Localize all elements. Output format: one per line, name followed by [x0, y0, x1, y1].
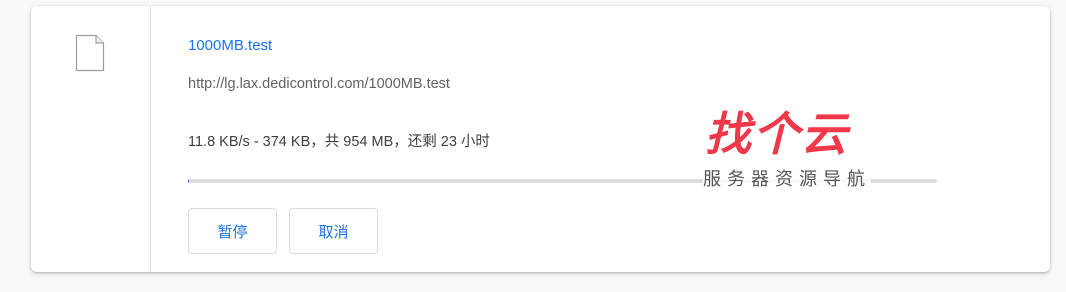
file-name-link[interactable]: 1000MB.test: [188, 37, 272, 54]
download-details: 1000MB.test http://lg.lax.dedicontrol.co…: [188, 6, 1050, 272]
download-status: 11.8 KB/s - 374 KB，共 954 MB，还剩 23 小时: [188, 134, 490, 150]
download-actions: 暂停 取消: [188, 208, 378, 254]
pause-button[interactable]: 暂停: [188, 208, 277, 254]
progress-bar: [188, 179, 937, 183]
source-url: http://lg.lax.dedicontrol.com/1000MB.tes…: [188, 76, 450, 92]
downloads-page: 1000MB.test http://lg.lax.dedicontrol.co…: [0, 0, 1066, 292]
download-item-card: 1000MB.test http://lg.lax.dedicontrol.co…: [31, 6, 1050, 272]
cancel-button[interactable]: 取消: [289, 208, 378, 254]
file-icon-column: [31, 6, 151, 272]
file-icon: [75, 34, 105, 72]
